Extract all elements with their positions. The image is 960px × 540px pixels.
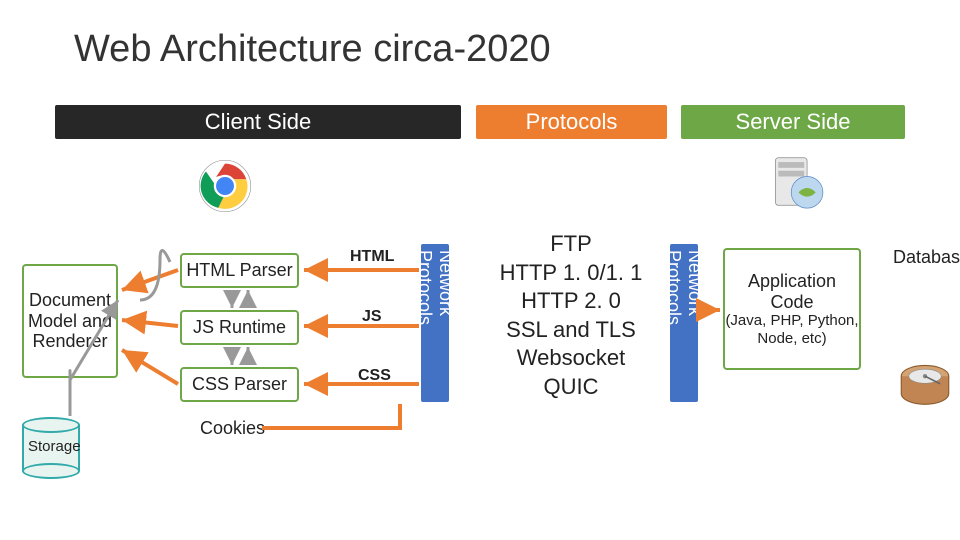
chrome-browser-icon <box>197 158 253 214</box>
protocol-item: FTP <box>478 230 664 259</box>
server-icon <box>766 152 828 224</box>
document-model-renderer-box: Document Model and Renderer <box>22 264 118 378</box>
protocols-list: FTP HTTP 1. 0/1. 1 HTTP 2. 0 SSL and TLS… <box>478 230 664 402</box>
slide-title: Web Architecture circa-2020 <box>74 28 551 71</box>
js-runtime-box: JS Runtime <box>180 310 299 345</box>
app-code-title: Application Code <box>725 271 859 312</box>
html-parser-box: HTML Parser <box>180 253 299 288</box>
storage-label: Storage <box>28 438 81 455</box>
app-code-sub: (Java, PHP, Python, Node, etc) <box>725 312 859 347</box>
application-code-box: Application Code (Java, PHP, Python, Nod… <box>723 248 861 370</box>
cookies-label: Cookies <box>200 418 265 439</box>
protocol-item: SSL and TLS <box>478 316 664 345</box>
protocol-item: HTTP 2. 0 <box>478 287 664 316</box>
network-protocols-server-box: Network Protocols <box>670 244 698 402</box>
header-client-side: Client Side <box>55 105 461 139</box>
protocol-item: QUIC <box>478 373 664 402</box>
header-server-side: Server Side <box>681 105 905 139</box>
protocol-item: Websocket <box>478 344 664 373</box>
html-data-label: HTML <box>350 248 394 266</box>
network-protocols-client-box: Network Protocols <box>421 244 449 402</box>
css-parser-box: CSS Parser <box>180 367 299 402</box>
protocol-item: HTTP 1. 0/1. 1 <box>478 259 664 288</box>
css-data-label: CSS <box>358 367 391 385</box>
header-protocols: Protocols <box>476 105 667 139</box>
js-data-label: JS <box>362 308 382 326</box>
database-label: Database <box>893 247 960 268</box>
hard-disk-icon <box>898 358 952 416</box>
